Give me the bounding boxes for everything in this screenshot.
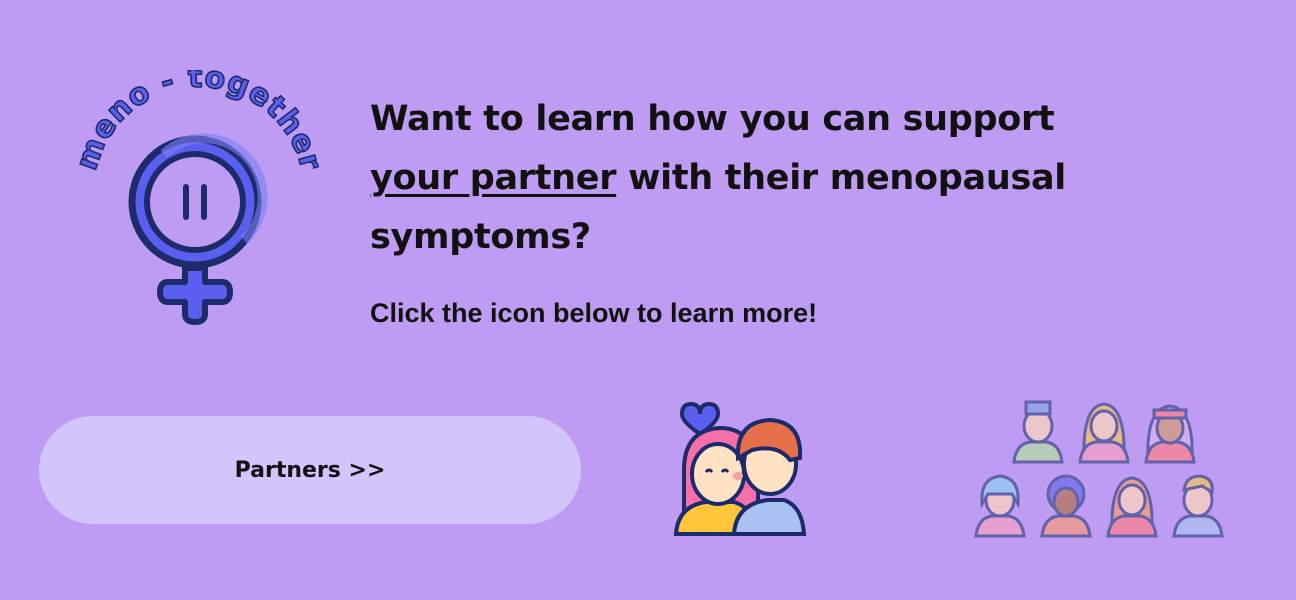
headline-text-1: Want to learn how you can support: [370, 99, 1055, 139]
venus-logo-icon: meno - together: [68, 59, 328, 325]
partners-button[interactable]: Partners >>: [39, 416, 581, 524]
meno-together-logo: meno - together: [68, 59, 328, 340]
instruction-text: Click the icon below to learn more!: [370, 298, 818, 328]
people-group-icon: [972, 398, 1234, 542]
page-headline: Want to learn how you can support your p…: [370, 90, 1130, 267]
headline-underlined-text: your partner: [370, 158, 617, 198]
couple-heart-icon[interactable]: [672, 400, 808, 540]
